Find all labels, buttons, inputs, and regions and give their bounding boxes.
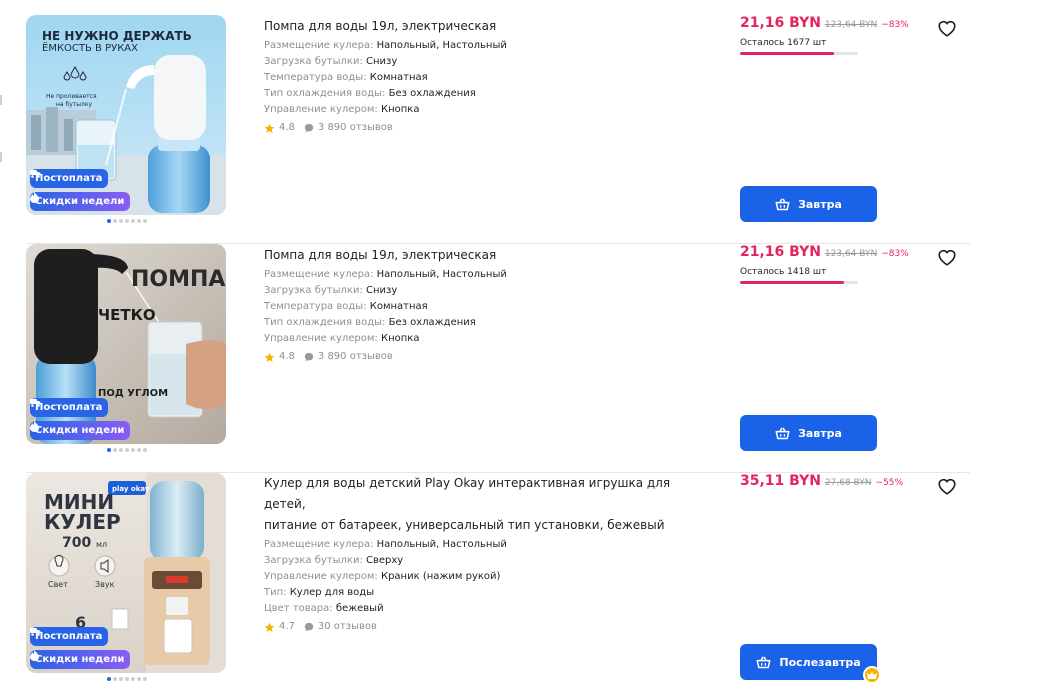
photo-pager[interactable] [107,219,147,223]
star-icon [264,622,275,632]
star-icon [264,352,275,362]
product-info: Помпа для воды 19л, электрическая Размещ… [264,15,704,137]
postpay-badge: Постоплата [30,169,109,188]
svg-text:700: 700 [62,535,91,551]
spec-row: Размещение кулера: Напольный, Настольный [264,539,507,550]
old-price: 123,64 BYN [824,20,878,30]
basket-icon [775,198,790,210]
product-title[interactable]: Помпа для воды 19л, электрическая [264,244,704,266]
product-card[interactable]: ПОМПА ЧЕТКО ПОД УГЛОМ Постоплата Скидки … [26,244,970,473]
current-price: 21,16 BYN [740,15,821,31]
price-block: 21,16 BYN 123,64 BYN −83% [740,15,909,35]
comment-icon [304,123,314,133]
spec-row: Управление кулером: Краник (нажим рукой) [264,571,501,582]
stock-bar-fill [740,281,844,284]
product-title[interactable]: Кулер для воды детский Play Okay интерак… [264,473,704,536]
old-price: 27,68 BYN [824,478,872,488]
current-price: 35,11 BYN [740,473,821,489]
current-price: 21,16 BYN [740,244,821,260]
discount: −83% [881,249,909,259]
product-card[interactable]: НЕ НУЖНО ДЕРЖАТЬ ЁМКОСТЬ В РУКАХ Не прол… [26,15,970,244]
stock-text: Осталось 1418 шт [740,267,827,277]
spec-row: Цвет товара: бежевый [264,603,384,614]
favorite-heart-icon[interactable] [937,477,957,495]
product-photo[interactable]: play okay МИНИ КУЛЕР 700 мл Свет Звук 6 … [26,473,226,673]
weekly-sale-badge: Скидки недели [30,650,131,669]
price-block: 35,11 BYN 27,68 BYN −55% [740,473,903,493]
comment-icon [304,352,314,362]
favorite-heart-icon[interactable] [937,19,957,37]
favorite-heart-icon[interactable] [937,248,957,266]
spec-row: Тип охлаждения воды: Без охлаждения [264,317,476,328]
price-block: 21,16 BYN 123,64 BYN −83% [740,244,909,264]
svg-text:Свет: Свет [48,580,68,589]
scroll-edge [0,0,3,696]
svg-text:play okay: play okay [112,485,150,493]
spec-row: Размещение кулера: Напольный, Настольный [264,40,507,51]
premium-badge-icon [863,666,881,684]
svg-text:ЧЕТКО: ЧЕТКО [98,306,156,324]
stock-text: Осталось 1677 шт [740,38,827,48]
rating[interactable]: 4.8 3 890 отзывов [264,119,704,137]
photo-pager[interactable] [107,448,147,452]
spec-row: Температура воды: Комнатная [264,301,428,312]
spec-row: Температура воды: Комнатная [264,72,428,83]
product-card[interactable]: play okay МИНИ КУЛЕР 700 мл Свет Звук 6 … [26,473,970,696]
spec-row: Размещение кулера: Напольный, Настольный [264,269,507,280]
truck-icon [30,170,41,178]
svg-text:на бутылку: на бутылку [56,101,92,108]
spec-row: Тип охлаждения воды: Без охлаждения [264,88,476,99]
fire-icon [30,421,39,432]
svg-text:мл: мл [96,540,107,549]
svg-text:Звук: Звук [95,580,115,589]
comment-icon [304,622,314,632]
basket-icon [756,656,771,668]
weekly-sale-badge: Скидки недели [30,192,131,211]
weekly-sale-badge: Скидки недели [30,421,131,440]
product-photo[interactable]: ПОМПА ЧЕТКО ПОД УГЛОМ Постоплата Скидки … [26,244,226,444]
discount: −55% [875,478,904,488]
svg-text:ПОД УГЛОМ: ПОД УГЛОМ [98,388,168,399]
spec-row: Загрузка бутылки: Снизу [264,56,398,67]
product-info: Кулер для воды детский Play Okay интерак… [264,473,704,636]
basket-icon [775,427,790,439]
spec-row: Управление кулером: Кнопка [264,333,420,344]
spec-row: Тип: Кулер для воды [264,587,375,598]
truck-icon [30,628,41,636]
svg-text:Не проливается: Не проливается [46,93,97,100]
discount: −83% [881,20,909,30]
postpay-badge: Постоплата [30,627,109,646]
postpay-badge: Постоплата [30,398,109,417]
fire-icon [30,192,39,203]
svg-text:КУЛЕР: КУЛЕР [44,510,121,534]
old-price: 123,64 BYN [824,249,878,259]
svg-text:НЕ НУЖНО ДЕРЖАТЬ: НЕ НУЖНО ДЕРЖАТЬ [42,29,192,43]
stock-bar-fill [740,52,835,55]
fire-icon [30,650,39,661]
svg-text:ЁМКОСТЬ В РУКАХ: ЁМКОСТЬ В РУКАХ [42,41,138,54]
product-title[interactable]: Помпа для воды 19л, электрическая [264,15,704,37]
truck-icon [30,399,41,407]
spec-row: Загрузка бутылки: Снизу [264,285,398,296]
svg-text:ПОМПА: ПОМПА [131,267,225,292]
product-photo[interactable]: НЕ НУЖНО ДЕРЖАТЬ ЁМКОСТЬ В РУКАХ Не прол… [26,15,226,215]
photo-pager[interactable] [107,677,147,681]
star-icon [264,123,275,133]
spec-row: Управление кулером: Кнопка [264,104,420,115]
rating[interactable]: 4.8 3 890 отзывов [264,348,704,366]
product-info: Помпа для воды 19л, электрическая Размещ… [264,244,704,366]
rating[interactable]: 4.7 30 отзывов [264,618,704,636]
add-to-cart-button[interactable]: Послезавтра [740,644,877,680]
add-to-cart-button[interactable]: Завтра [740,415,877,451]
add-to-cart-button[interactable]: Завтра [740,186,877,222]
stock-bar [740,281,858,284]
stock-bar [740,52,858,55]
spec-row: Загрузка бутылки: Сверху [264,555,404,566]
